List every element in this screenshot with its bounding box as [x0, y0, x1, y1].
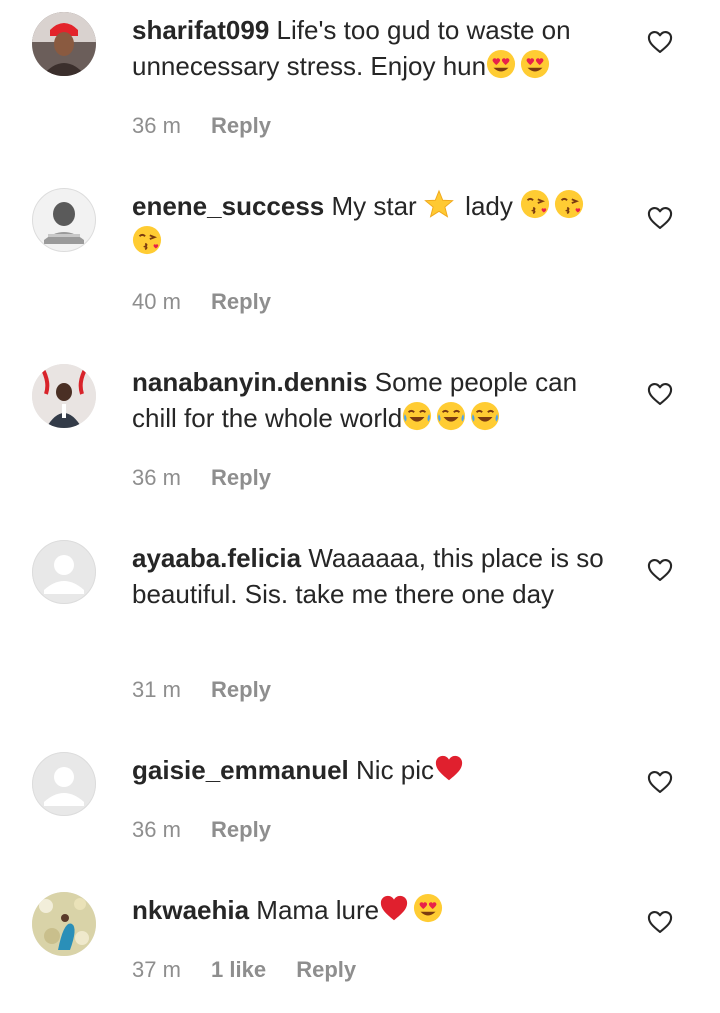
comment-username[interactable]: gaisie_emmanuel: [132, 755, 349, 785]
comment-text: Nic pic: [356, 755, 435, 785]
heart-outline-icon[interactable]: [646, 28, 674, 56]
star-emoji: [424, 189, 454, 219]
heart-outline-icon[interactable]: [646, 380, 674, 408]
red-heart-emoji: [379, 893, 409, 923]
comment-time: 36 m: [132, 113, 181, 138]
heart-outline-icon[interactable]: [646, 556, 674, 584]
comment-meta: 31 m Reply: [132, 675, 271, 705]
comment-username[interactable]: nkwaehia: [132, 895, 249, 925]
heart-outline-icon[interactable]: [646, 768, 674, 796]
comment-body: enene_success My star lady: [132, 188, 612, 260]
kiss-emoji: [132, 225, 162, 255]
avatar[interactable]: [32, 12, 96, 76]
heart-outline-icon[interactable]: [646, 908, 674, 936]
avatar-placeholder[interactable]: [32, 752, 96, 816]
comment-meta: 36 m Reply: [132, 815, 271, 845]
comment-body: nkwaehia Mama lure: [132, 892, 612, 928]
comment-meta: 37 m 1 like Reply: [132, 955, 356, 985]
reply-button[interactable]: Reply: [211, 677, 271, 702]
comment-time: 36 m: [132, 465, 181, 490]
heart-eyes-emoji: [520, 49, 550, 79]
comment-body: nanabanyin.dennis Some people can chill …: [132, 364, 612, 436]
comment-time: 31 m: [132, 677, 181, 702]
heart-eyes-emoji: [413, 893, 443, 923]
comment-meta: 36 m Reply: [132, 463, 271, 493]
comment-text: My star: [331, 191, 417, 221]
tears-of-joy-emoji: [402, 401, 432, 431]
comment-body: sharifat099 Life's too gud to waste on u…: [132, 12, 612, 84]
reply-button[interactable]: Reply: [296, 957, 356, 982]
kiss-emoji: [520, 189, 550, 219]
comment-meta: 40 m Reply: [132, 287, 271, 317]
avatar[interactable]: [32, 892, 96, 956]
heart-outline-icon[interactable]: [646, 204, 674, 232]
comment-time: 37 m: [132, 957, 181, 982]
comment-text: Mama lure: [256, 895, 380, 925]
kiss-emoji: [554, 189, 584, 219]
comment-meta: 36 m Reply: [132, 111, 271, 141]
reply-button[interactable]: Reply: [211, 465, 271, 490]
comment-body: gaisie_emmanuel Nic pic: [132, 752, 612, 788]
avatar-placeholder[interactable]: [32, 540, 96, 604]
likes-count[interactable]: 1 like: [211, 957, 266, 982]
red-heart-emoji: [434, 753, 464, 783]
comment-username[interactable]: nanabanyin.dennis: [132, 367, 368, 397]
reply-button[interactable]: Reply: [211, 289, 271, 314]
comment-time: 40 m: [132, 289, 181, 314]
reply-button[interactable]: Reply: [211, 113, 271, 138]
comment-time: 36 m: [132, 817, 181, 842]
tears-of-joy-emoji: [436, 401, 466, 431]
comment-username[interactable]: enene_success: [132, 191, 324, 221]
avatar[interactable]: [32, 364, 96, 428]
comment-body: ayaaba.felicia Waaaaaa, this place is so…: [132, 540, 612, 612]
comment-username[interactable]: ayaaba.felicia: [132, 543, 301, 573]
reply-button[interactable]: Reply: [211, 817, 271, 842]
comment-text-continued: lady: [457, 191, 513, 221]
comment-username[interactable]: sharifat099: [132, 15, 269, 45]
tears-of-joy-emoji: [470, 401, 500, 431]
avatar[interactable]: [32, 188, 96, 252]
heart-eyes-emoji: [486, 49, 516, 79]
